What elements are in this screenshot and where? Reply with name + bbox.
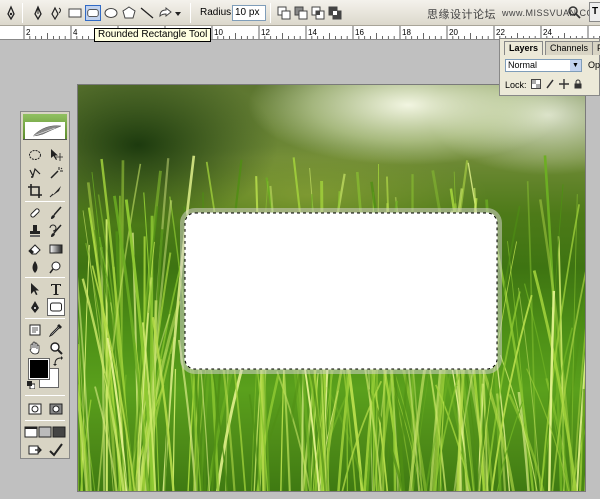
rounded-rectangle-selection[interactable] [184,212,498,370]
screen-mode-full-icon[interactable] [52,423,66,441]
zoom-icon[interactable] [47,339,65,357]
healing-brush-icon[interactable] [26,204,44,222]
ruler-label: 10 [214,28,223,37]
tab-layers[interactable]: Layers [504,41,544,55]
default-colors-icon[interactable] [27,380,36,390]
feather-icon [32,125,62,137]
add-to-shape-icon[interactable] [276,5,292,21]
path-selection-icon[interactable] [26,280,44,298]
tooltip: Rounded Rectangle Tool [94,28,212,42]
opacity-label: Op [588,60,600,70]
foreground-color-swatch[interactable] [28,358,50,380]
tool-preset-icon[interactable] [3,5,19,21]
layers-panel: Layers Channels P Normal ▼ Op Lock: [499,38,600,96]
lock-label: Lock: [505,80,527,90]
lock-all-icon[interactable] [573,79,583,89]
search-icon[interactable] [567,5,581,22]
eyedropper-icon[interactable] [47,321,65,339]
document-canvas[interactable] [77,84,586,492]
toolbox [20,111,70,459]
lock-pixels-icon[interactable] [545,79,555,89]
ruler-label: 24 [543,28,552,37]
crop-icon[interactable] [26,182,44,200]
rounded-rectangle-icon[interactable] [85,5,101,21]
blur-icon[interactable] [26,258,44,276]
type-icon[interactable] [47,280,65,298]
ellipse-icon[interactable] [103,5,119,21]
ruler-label: 18 [402,28,411,37]
magic-wand-icon[interactable] [47,164,65,182]
tab-paths[interactable]: P [592,41,600,55]
ruler-label: 4 [73,28,78,37]
intersect-shape-icon[interactable] [310,5,326,21]
notes-icon[interactable] [26,321,44,339]
swap-colors-icon[interactable] [53,356,63,368]
exclude-shape-icon[interactable] [327,5,343,21]
ruler-label: 20 [449,28,458,37]
gradient-icon[interactable] [47,240,65,258]
jump-to-imageready-icon[interactable] [26,441,44,459]
ruler-label: 22 [496,28,505,37]
tab-channels[interactable]: Channels [545,41,594,55]
line-icon[interactable] [139,5,155,21]
ruler-label: 12 [261,28,270,37]
quick-mask-icon[interactable] [47,400,65,418]
eraser-icon[interactable] [26,240,44,258]
lasso-icon[interactable] [26,164,44,182]
screen-mode-menubar-icon[interactable] [38,423,52,441]
screen-mode-standard-icon[interactable] [24,423,38,441]
chevron-down-icon[interactable] [174,5,182,21]
radius-label: Radius: [200,7,234,18]
polygon-icon[interactable] [121,5,137,21]
panel-toggle-button[interactable]: T [589,2,600,22]
radius-input[interactable]: 10 px [232,5,266,21]
clone-stamp-icon[interactable] [26,222,44,240]
checkmark-icon[interactable] [47,441,65,459]
blend-mode-value: Normal [508,60,538,70]
watermark-text: 思缘设计论坛 [427,9,496,21]
pen-tool-icon[interactable] [26,298,44,316]
grass-blade [581,388,585,491]
dodge-icon[interactable] [47,258,65,276]
freeform-pen-icon[interactable] [49,5,65,21]
toolbox-header[interactable] [23,114,67,140]
ruler-label: 2 [26,28,31,37]
lock-position-icon[interactable] [559,79,569,89]
blend-mode-select[interactable]: Normal ▼ [505,59,582,72]
custom-shape-icon[interactable] [157,5,173,21]
grass-blade [172,368,177,491]
subtract-shape-icon[interactable] [293,5,309,21]
watermark-url: www.MISSVUAN.COM [502,8,600,18]
move-icon[interactable] [47,146,65,164]
marquee-icon[interactable] [26,146,44,164]
options-bar: Radius: 10 px 思缘设计论坛 www.MISSVUAN.COM T [0,0,600,26]
history-brush-icon[interactable] [47,222,65,240]
ruler-label: 14 [308,28,317,37]
shape-tool-icon[interactable] [47,298,65,316]
lock-transparency-icon[interactable] [531,79,541,89]
standard-mode-icon[interactable] [26,400,44,418]
slice-icon[interactable] [47,182,65,200]
rectangle-icon[interactable] [67,5,83,21]
brush-icon[interactable] [47,204,65,222]
pen-icon[interactable] [30,5,46,21]
chevron-down-icon: ▼ [570,60,581,71]
ruler-label: 16 [355,28,364,37]
hand-icon[interactable] [26,339,44,357]
